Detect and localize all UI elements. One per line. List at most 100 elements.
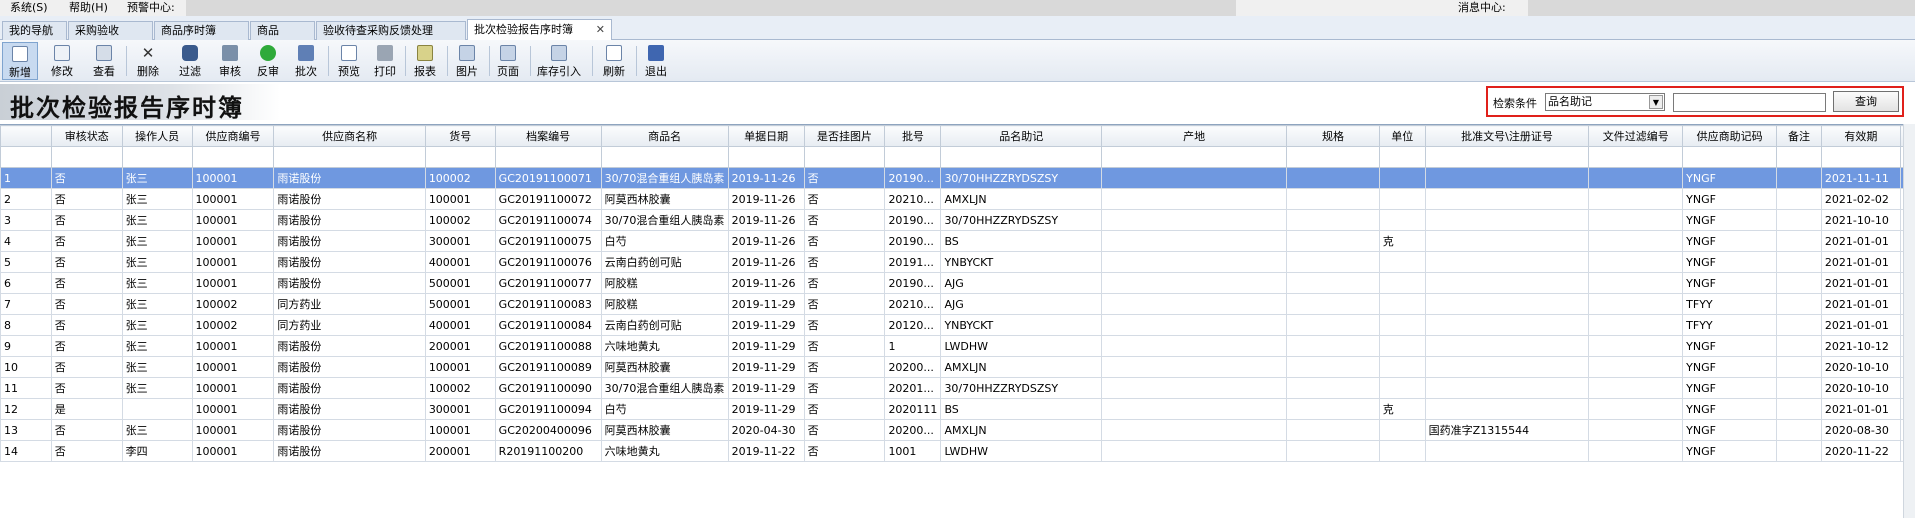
table-cell[interactable]: YNGF bbox=[1682, 188, 1778, 210]
filter-row[interactable] bbox=[0, 146, 1915, 168]
table-cell[interactable]: 否 bbox=[50, 335, 123, 357]
table-cell[interactable]: 云南白药创可贴 bbox=[600, 314, 729, 336]
filter-cell[interactable] bbox=[191, 146, 275, 168]
table-cell[interactable] bbox=[1286, 440, 1380, 462]
table-cell[interactable]: LWDHW bbox=[940, 440, 1103, 462]
table-cell[interactable]: YNGF bbox=[1682, 230, 1778, 252]
column-header[interactable]: 是否挂图片 bbox=[803, 125, 886, 147]
audit-button[interactable]: 审核 bbox=[212, 42, 248, 80]
table-cell[interactable] bbox=[1588, 314, 1684, 336]
table-cell[interactable]: YNGF bbox=[1682, 251, 1778, 273]
table-cell[interactable]: YNGF bbox=[1682, 377, 1778, 399]
table-cell[interactable]: 100001 bbox=[424, 188, 496, 210]
column-header[interactable]: 档案编号 bbox=[494, 125, 602, 147]
column-header[interactable]: 批准文号\注册证号 bbox=[1424, 125, 1590, 147]
table-cell[interactable]: 否 bbox=[803, 440, 886, 462]
table-cell[interactable] bbox=[1424, 251, 1590, 273]
table-cell[interactable]: YNGF bbox=[1682, 272, 1778, 294]
table-cell[interactable]: 100001 bbox=[191, 356, 275, 378]
table-cell[interactable]: 否 bbox=[803, 398, 886, 420]
table-cell[interactable]: 张三 bbox=[121, 419, 193, 441]
tab-my-navigation[interactable]: 我的导航 bbox=[2, 21, 67, 40]
table-cell[interactable]: 100001 bbox=[191, 188, 275, 210]
table-cell[interactable]: GC20191100071 bbox=[494, 167, 602, 189]
filter-cell[interactable] bbox=[1682, 146, 1778, 168]
stock-import-button[interactable]: 库存引入 bbox=[532, 42, 586, 80]
table-cell[interactable] bbox=[1378, 335, 1426, 357]
table-cell[interactable] bbox=[1588, 251, 1684, 273]
row-number[interactable]: 5 bbox=[0, 251, 52, 273]
table-cell[interactable]: 20190... bbox=[884, 209, 942, 231]
column-header[interactable]: 供应商编号 bbox=[191, 125, 275, 147]
table-cell[interactable] bbox=[1101, 230, 1288, 252]
filter-cell[interactable] bbox=[884, 146, 942, 168]
search-input[interactable] bbox=[1673, 93, 1826, 112]
table-cell[interactable] bbox=[1286, 188, 1380, 210]
table-cell[interactable] bbox=[1776, 356, 1822, 378]
table-cell[interactable]: 2020-10-10 bbox=[1820, 377, 1901, 399]
filter-button[interactable]: 过滤 bbox=[172, 42, 208, 80]
table-cell[interactable]: 400001 bbox=[424, 314, 496, 336]
exit-button[interactable]: 退出 bbox=[638, 42, 674, 80]
table-cell[interactable]: 20201... bbox=[884, 377, 942, 399]
table-cell[interactable]: YNBYCKT bbox=[940, 314, 1103, 336]
row-number[interactable]: 1 bbox=[0, 167, 52, 189]
batch-button[interactable]: 批次 bbox=[288, 42, 324, 80]
table-cell[interactable] bbox=[1776, 251, 1822, 273]
table-cell[interactable] bbox=[1378, 356, 1426, 378]
table-cell[interactable] bbox=[1588, 419, 1684, 441]
table-cell[interactable]: 六味地黄丸 bbox=[600, 440, 729, 462]
table-cell[interactable]: 雨诺股份 bbox=[273, 440, 426, 462]
row-number[interactable]: 3 bbox=[0, 209, 52, 231]
page-button[interactable]: 页面 bbox=[490, 42, 526, 80]
table-cell[interactable]: 2021-01-01 bbox=[1820, 272, 1901, 294]
filter-cell[interactable] bbox=[121, 146, 193, 168]
table-cell[interactable]: 2019-11-26 bbox=[727, 230, 805, 252]
table-cell[interactable] bbox=[1286, 251, 1380, 273]
table-row[interactable]: 10 否张三 100001 雨诺股份 100001 GC20191100089 阿莫西林胶囊… bbox=[0, 356, 1915, 378]
table-cell[interactable]: 100001 bbox=[191, 230, 275, 252]
new-button[interactable]: 新增 bbox=[2, 42, 38, 80]
print-button[interactable]: 打印 bbox=[367, 42, 403, 80]
table-cell[interactable] bbox=[1101, 335, 1288, 357]
table-cell[interactable]: YNGF bbox=[1682, 209, 1778, 231]
table-cell[interactable]: 30/70HHZZRYDSZSY bbox=[940, 167, 1103, 189]
table-cell[interactable]: 否 bbox=[803, 251, 886, 273]
table-row[interactable]: 9 否张三 100001 雨诺股份 200001 GC20191100088 六味地黄丸 20… bbox=[0, 335, 1915, 357]
filter-cell[interactable] bbox=[1424, 146, 1590, 168]
table-cell[interactable] bbox=[1424, 272, 1590, 294]
table-cell[interactable]: LWDHW bbox=[940, 335, 1103, 357]
table-cell[interactable]: 同方药业 bbox=[273, 314, 426, 336]
table-cell[interactable]: 否 bbox=[803, 314, 886, 336]
table-cell[interactable]: YNBYCKT bbox=[940, 251, 1103, 273]
vertical-scrollbar[interactable] bbox=[1903, 124, 1915, 518]
column-header[interactable]: 操作人员 bbox=[121, 125, 193, 147]
table-cell[interactable]: 2019-11-26 bbox=[727, 209, 805, 231]
table-cell[interactable] bbox=[1286, 398, 1380, 420]
row-number[interactable]: 2 bbox=[0, 188, 52, 210]
filter-cell[interactable] bbox=[940, 146, 1103, 168]
table-cell[interactable] bbox=[1286, 272, 1380, 294]
table-row[interactable]: 12 是 100001 雨诺股份 300001 GC20191100094 白芍 2019-1… bbox=[0, 398, 1915, 420]
column-header[interactable]: 单据日期 bbox=[727, 125, 805, 147]
table-cell[interactable] bbox=[1588, 356, 1684, 378]
table-cell[interactable] bbox=[1286, 209, 1380, 231]
table-cell[interactable] bbox=[1776, 440, 1822, 462]
table-row[interactable]: 8 否张三 100002 同方药业 400001 GC20191100084 云南白药创可贴… bbox=[0, 314, 1915, 336]
table-cell[interactable]: 100001 bbox=[191, 251, 275, 273]
table-cell[interactable] bbox=[1424, 293, 1590, 315]
table-cell[interactable]: 国药准字Z1315544 bbox=[1424, 419, 1590, 441]
table-cell[interactable] bbox=[1588, 272, 1684, 294]
table-cell[interactable]: 否 bbox=[803, 356, 886, 378]
column-header[interactable]: 规格 bbox=[1286, 125, 1380, 147]
table-row[interactable]: 3 否张三 100001 雨诺股份 100002 GC20191100074 30/70混合… bbox=[0, 209, 1915, 231]
table-cell[interactable]: 100002 bbox=[424, 377, 496, 399]
table-cell[interactable]: 2019-11-29 bbox=[727, 293, 805, 315]
table-cell[interactable]: 雨诺股份 bbox=[273, 398, 426, 420]
table-cell[interactable]: 2021-01-01 bbox=[1820, 230, 1901, 252]
table-cell[interactable]: 张三 bbox=[121, 209, 193, 231]
table-cell[interactable] bbox=[1101, 440, 1288, 462]
table-row[interactable]: 2 否张三 100001 雨诺股份 100001 GC20191100072 阿莫西林胶囊 2… bbox=[0, 188, 1915, 210]
table-cell[interactable] bbox=[1588, 293, 1684, 315]
row-number[interactable]: 6 bbox=[0, 272, 52, 294]
